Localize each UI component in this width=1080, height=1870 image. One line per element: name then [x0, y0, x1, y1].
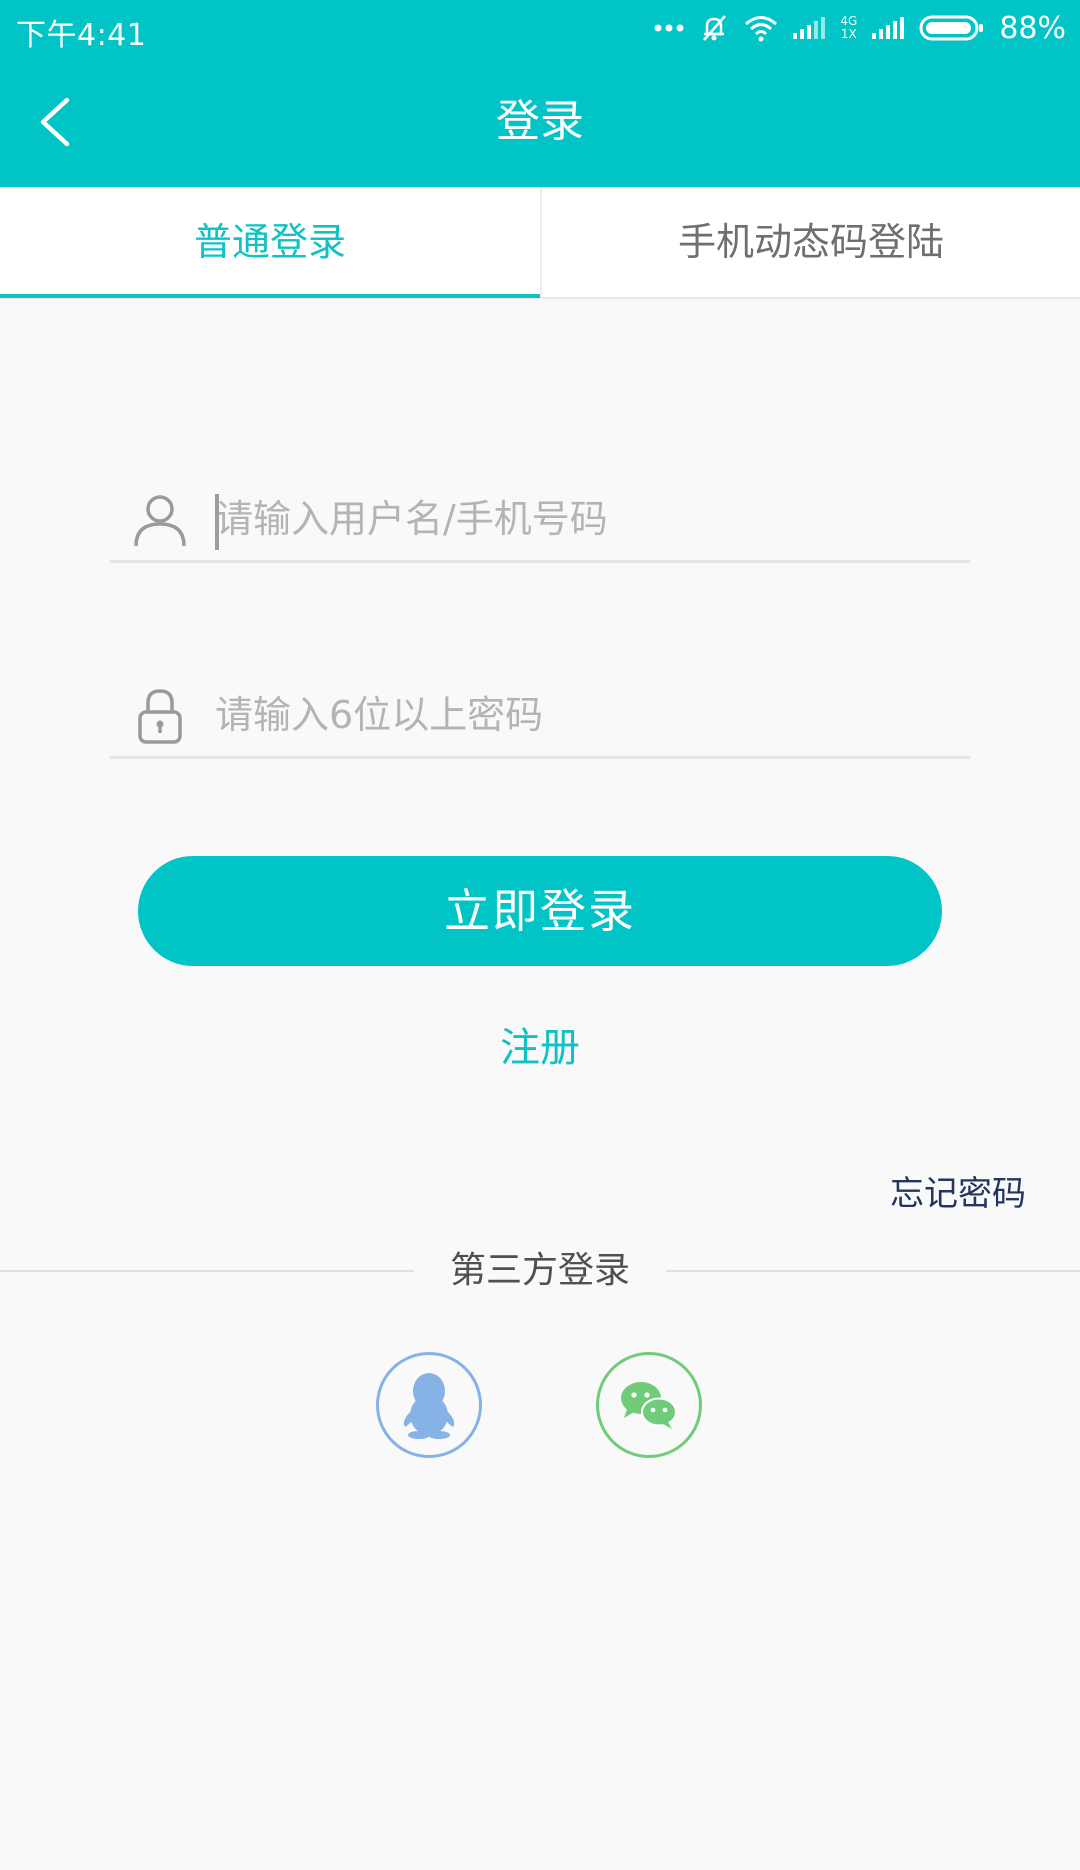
username-field — [110, 480, 970, 563]
signal-4g-icon — [792, 15, 826, 41]
divider-right — [666, 1270, 1080, 1272]
text-cursor — [215, 494, 219, 550]
third-party-title: 第三方登录 — [449, 1250, 630, 1291]
tab-active-indicator — [0, 294, 540, 298]
register-link[interactable]: 注册 — [440, 1016, 640, 1080]
battery-icon — [919, 14, 985, 42]
login-button[interactable]: 立即登录 — [138, 856, 942, 966]
network-type-bottom: 1X — [840, 27, 857, 41]
battery-percent: 88% — [999, 10, 1066, 46]
page-title: 登录 — [496, 96, 584, 147]
tab-normal-login[interactable]: 普通登录 — [0, 187, 540, 297]
wifi-icon — [744, 14, 778, 42]
wechat-login-button[interactable] — [596, 1352, 702, 1458]
signal-bars-icon — [871, 15, 905, 41]
wechat-icon — [621, 1382, 677, 1429]
status-bar: 下午4:41 4G 1X 88% — [0, 0, 1080, 58]
qq-login-button[interactable] — [376, 1352, 482, 1458]
app-header: 下午4:41 4G 1X 88% 登录 — [0, 0, 1080, 187]
user-icon — [134, 495, 186, 547]
mute-bell-icon — [698, 12, 730, 44]
forgot-password-link[interactable]: 忘记密码 — [890, 1168, 1026, 1220]
qq-icon — [403, 1373, 455, 1439]
username-input[interactable] — [215, 488, 955, 550]
password-field — [110, 676, 970, 759]
login-tabs: 普通登录 手机动态码登陆 — [0, 187, 1080, 299]
more-dots-icon — [654, 23, 684, 33]
status-icons: 4G 1X 88% — [654, 8, 1066, 48]
status-time: 下午4:41 — [16, 18, 147, 53]
divider-left — [0, 1270, 414, 1272]
tab-sms-code-login[interactable]: 手机动态码登陆 — [541, 187, 1080, 297]
network-type: 4G 1X — [840, 15, 857, 41]
password-input[interactable] — [215, 684, 955, 746]
lock-icon — [138, 689, 182, 744]
